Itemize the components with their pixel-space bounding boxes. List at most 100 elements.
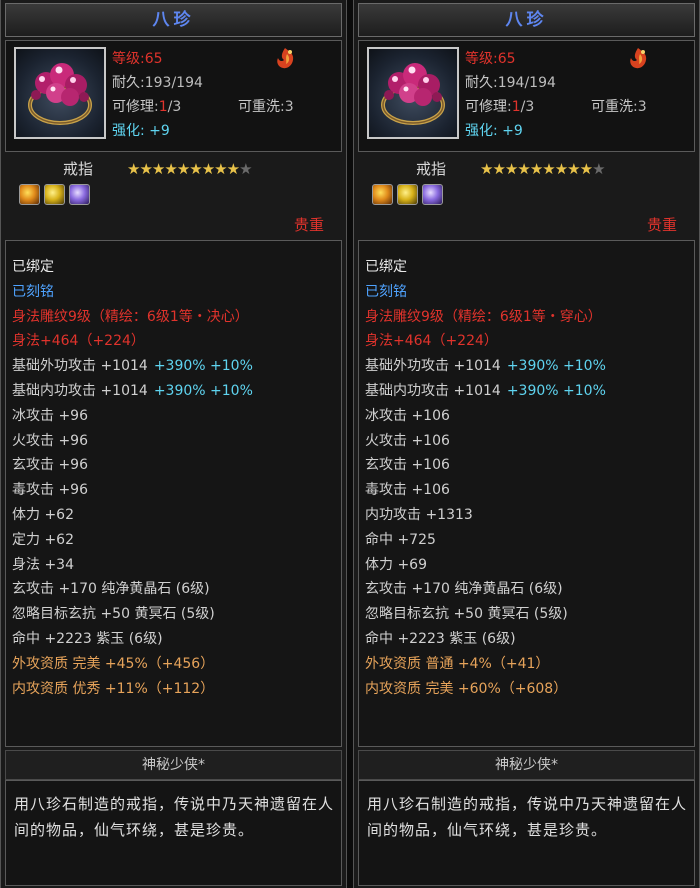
attribute-line: 命中 +2223 紫玉 (6级)	[12, 627, 169, 652]
attribute-line: 身法 +34	[12, 553, 80, 578]
orange-gem-icon[interactable]	[19, 184, 40, 205]
durability-value: :193/194	[140, 75, 203, 91]
attribute-text: 体力 +69	[365, 556, 427, 573]
attribute-list: 已绑定 已刻铭身法雕纹9级（精绘：6级1等・决心） 身法+464（+224） 基础外功…	[5, 240, 342, 747]
rarity-label: 贵重	[293, 216, 324, 234]
star-filled-icon: ★	[127, 160, 140, 178]
durability-label: 耐久	[112, 75, 140, 91]
repair-label: 可修理	[112, 99, 154, 115]
orange-gem-icon[interactable]	[372, 184, 393, 205]
yellow-gem-icon[interactable]	[397, 184, 418, 205]
attribute-text: 毒攻击 +106	[365, 482, 450, 499]
class-emblem-icon	[630, 48, 647, 69]
attribute-line: 身法雕纹9级（精绘：6级1等・决心）	[12, 305, 255, 330]
attribute-text: 命中 +2223 紫玉 (6级)	[12, 631, 163, 647]
star-empty-icon: ★	[592, 160, 605, 178]
attribute-text: 火攻击 +96	[12, 432, 88, 449]
star-filled-icon: ★	[176, 160, 190, 178]
attribute-line: 体力 +69	[365, 553, 433, 578]
enhance-row: 强化: +9	[465, 121, 523, 141]
attribute-line: 基础外功攻击 +1014 +390% +10%	[12, 354, 259, 379]
star-filled-icon: ★	[567, 160, 580, 178]
attribute-line: 已刻铭	[12, 280, 60, 305]
maker-name: 神秘少侠*	[358, 750, 695, 780]
repair-current: 1	[158, 99, 168, 115]
attribute-text: +390% +10%	[153, 383, 253, 399]
item-header: 等级:65 耐久:194/194 可修理:1/3 可重洗:3 强化: +9	[358, 40, 695, 152]
item-type-area: 戒指 ★★★★★★★★★★ 贵重	[358, 150, 695, 238]
repair-current: 1	[511, 99, 521, 115]
attribute-line: 已绑定	[12, 255, 60, 280]
durability-row: 耐久:193/194	[112, 73, 203, 93]
star-filled-icon: ★	[214, 160, 227, 178]
attribute-text: 定力 +62	[12, 531, 74, 548]
attribute-line: 玄攻击 +106	[365, 453, 456, 478]
enhance-value: : +9	[140, 123, 170, 139]
description-box: 用八珍石制造的戒指，传说中乃天神遗留在人间的物品，仙气环绕，甚是珍贵。	[5, 780, 342, 886]
repair-row: 可修理:1/3	[465, 97, 534, 117]
attribute-text: 身法+464（+224）	[365, 333, 498, 350]
durability-row: 耐久:194/194	[465, 73, 556, 93]
item-name-title: 八珍	[5, 3, 342, 37]
item-description: 用八珍石制造的戒指，传说中乃天神遗留在人间的物品，仙气环绕，甚是珍贵。	[367, 795, 688, 839]
star-filled-icon: ★	[480, 160, 493, 178]
attribute-line: 火攻击 +106	[365, 429, 456, 454]
purple-gem-icon[interactable]	[69, 184, 90, 205]
attribute-text: 身法+464（+224）	[12, 333, 145, 350]
attribute-text: 身法雕纹9级（精绘：6级1等・决心）	[12, 308, 249, 325]
repair-total: /3	[167, 99, 182, 115]
item-type-label: 戒指	[63, 160, 94, 178]
attribute-line: 内攻资质 优秀 +11%（+112）	[12, 677, 220, 702]
level-value: :65	[140, 51, 163, 67]
attribute-text: +390% +10%	[153, 358, 253, 375]
attribute-line: 基础内功攻击 +1014 +390% +10%	[12, 379, 259, 404]
star-filled-icon: ★	[139, 160, 152, 178]
rewash-row: 可重洗:3	[591, 97, 647, 117]
attribute-line: 玄攻击 +96	[12, 453, 94, 478]
attribute-line: 冰攻击 +96	[12, 404, 94, 429]
attribute-line: 忽略目标玄抗 +50 黄冥石 (5级)	[12, 602, 221, 627]
level-row: 等级:65	[465, 49, 516, 69]
attribute-text: 冰攻击 +106	[365, 407, 450, 424]
star-filled-icon: ★	[517, 160, 530, 178]
repair-label: 可修理	[465, 99, 507, 115]
item-tooltip-panel: 八珍 等级	[0, 0, 347, 888]
attribute-line: 基础内功攻击 +1014 +390% +10%	[365, 379, 612, 404]
attribute-line: 内攻资质 完美 +60%（+608）	[365, 677, 573, 702]
description-box: 用八珍石制造的戒指，传说中乃天神遗留在人间的物品，仙气环绕，甚是珍贵。	[358, 780, 695, 886]
rewash-value: :3	[633, 99, 647, 115]
yellow-gem-icon[interactable]	[44, 184, 65, 205]
star-filled-icon: ★	[492, 160, 505, 178]
enhance-label: 强化	[112, 123, 140, 139]
attribute-text: 玄攻击 +106	[365, 457, 450, 474]
gem-sockets	[19, 184, 94, 209]
rewash-label: 可重洗	[591, 99, 633, 115]
attribute-text: +390% +10%	[506, 358, 606, 375]
enhance-value: : +9	[493, 123, 523, 139]
enhance-row: 强化: +9	[112, 121, 170, 141]
attribute-line: 体力 +62	[12, 503, 80, 528]
star-filled-icon: ★	[226, 160, 240, 178]
attribute-line: 内功攻击 +1313	[365, 503, 479, 528]
attribute-line: 火攻击 +96	[12, 429, 94, 454]
attribute-text: 已绑定	[365, 259, 407, 275]
attribute-text: 基础外功攻击 +1014	[12, 358, 148, 375]
level-label: 等级	[112, 51, 140, 67]
rarity-label: 贵重	[646, 216, 677, 234]
attribute-text: 身法雕纹9级（精绘：6级1等・穿心）	[365, 308, 602, 325]
item-header: 等级:65 耐久:193/194 可修理:1/3 可重洗:3 强化: +9	[5, 40, 342, 152]
enhance-label: 强化	[465, 123, 493, 139]
attribute-text: 玄攻击 +96	[12, 457, 88, 474]
star-empty-icon: ★	[239, 160, 252, 178]
attribute-text: 外攻资质 普通 +4%（+41）	[365, 655, 550, 672]
level-label: 等级	[465, 51, 493, 67]
purple-gem-icon[interactable]	[422, 184, 443, 205]
item-type-area: 戒指 ★★★★★★★★★★ 贵重	[5, 150, 342, 238]
item-type-label: 戒指	[416, 160, 447, 178]
attribute-line: 身法雕纹9级（精绘：6级1等・穿心）	[365, 305, 608, 330]
rewash-row: 可重洗:3	[238, 97, 294, 117]
ring-item-icon	[14, 47, 106, 139]
star-filled-icon: ★	[201, 160, 215, 178]
attribute-line: 身法+464（+224）	[365, 329, 504, 354]
durability-label: 耐久	[465, 75, 493, 91]
